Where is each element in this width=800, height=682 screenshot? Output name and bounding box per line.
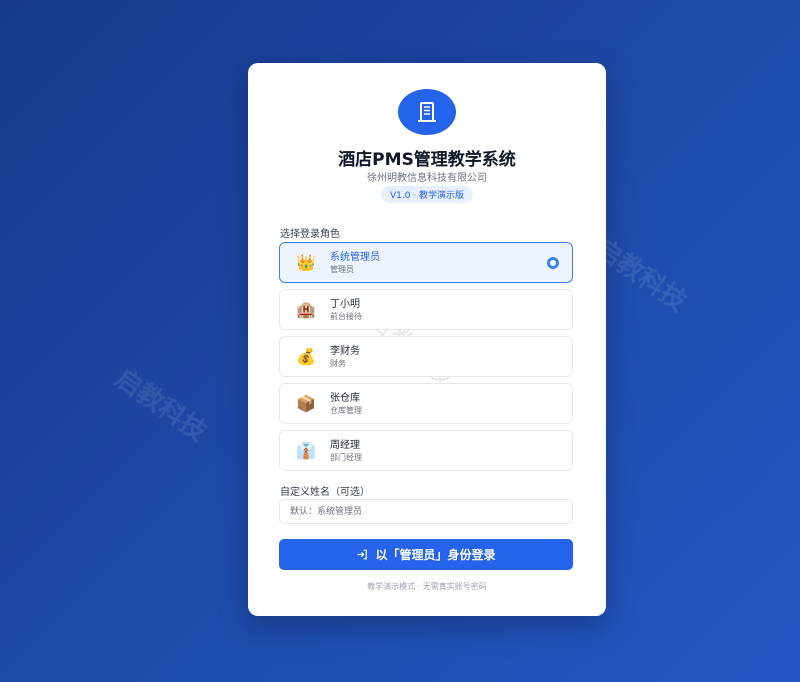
role-option-warehouse[interactable]: 📦 张仓库 仓库管理: [279, 383, 573, 424]
role-list: 👑 系统管理员 管理员 🏨 丁小明 前台接待 💰 李财务 财务 📦 张仓库 仓库…: [279, 242, 573, 477]
role-section-label: 选择登录角色: [280, 229, 340, 240]
role-desc: 财务: [330, 358, 346, 368]
login-icon: [358, 549, 368, 560]
role-desc: 部门经理: [330, 452, 362, 462]
role-name: 张仓库: [330, 392, 360, 404]
login-card: 启教科技 酒店PMS管理教学系统 徐州明教信息科技有限公司 V1.0 · 教学演…: [248, 63, 606, 616]
role-option-reception[interactable]: 🏨 丁小明 前台接待: [279, 289, 573, 330]
custom-name-label: 自定义姓名（可选）: [280, 487, 370, 498]
page-title: 酒店PMS管理教学系统: [338, 150, 516, 170]
building-icon: [398, 89, 456, 135]
radio-selected[interactable]: [547, 257, 559, 269]
login-button[interactable]: 以「管理员」身份登录: [279, 539, 573, 570]
role-desc: 仓库管理: [330, 405, 362, 415]
role-name: 李财务: [330, 345, 360, 357]
role-option-manager[interactable]: 👔 周经理 部门经理: [279, 430, 573, 471]
package-icon: 📦: [296, 394, 316, 413]
role-name: 系统管理员: [330, 251, 380, 263]
role-option-finance[interactable]: 💰 李财务 财务: [279, 336, 573, 377]
suit-icon: 👔: [296, 441, 316, 460]
custom-name-input[interactable]: [279, 499, 573, 524]
background-watermark-left: 启教科技: [109, 363, 212, 448]
role-desc: 管理员: [330, 264, 354, 274]
role-desc: 前台接待: [330, 311, 362, 321]
footer-note: 教学演示模式 · 无需真实账号密码: [367, 582, 487, 591]
money-bag-icon: 💰: [296, 347, 316, 366]
company-name: 徐州明教信息科技有限公司: [367, 173, 487, 184]
crown-icon: 👑: [296, 253, 316, 272]
role-name: 周经理: [330, 439, 360, 451]
hotel-icon: 🏨: [296, 300, 316, 319]
role-name: 丁小明: [330, 298, 360, 310]
login-button-label: 以「管理员」身份登录: [375, 548, 496, 562]
version-badge: V1.0 · 教学演示版: [381, 186, 473, 203]
role-option-admin[interactable]: 👑 系统管理员 管理员: [279, 242, 573, 283]
